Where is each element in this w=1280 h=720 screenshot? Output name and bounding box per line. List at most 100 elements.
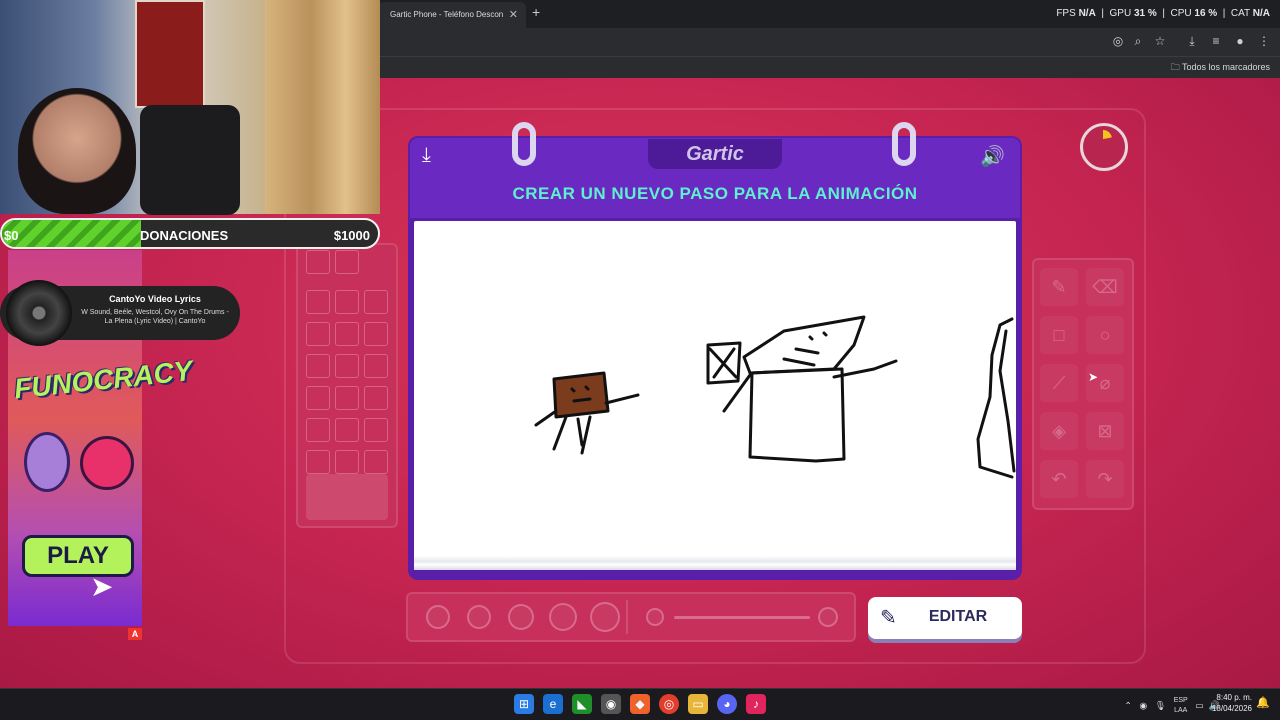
all-bookmarks-link[interactable]: 🗀 Todos los marcadores [1171, 60, 1270, 76]
notifications-icon[interactable]: 🔔 [1256, 696, 1270, 709]
badge: A [128, 628, 142, 640]
file-explorer-icon[interactable]: ▭ [688, 694, 708, 714]
line-tool-icon[interactable]: ⟋ [1040, 364, 1078, 402]
microphone-icon[interactable]: 🎙 [1155, 700, 1166, 710]
album-art [6, 280, 72, 346]
folder-icon: 🗀 [1170, 62, 1180, 72]
undo-icon[interactable]: ↶ [1040, 460, 1078, 498]
fps-label: FPS [1056, 8, 1076, 19]
layer-cell[interactable] [335, 250, 359, 274]
controls-divider [626, 600, 628, 634]
language-indicator[interactable]: ESP LAA [1174, 696, 1188, 716]
box-flag [706, 341, 742, 385]
brush-size-3[interactable] [508, 604, 534, 630]
layer-cell[interactable] [335, 322, 359, 346]
brave-icon[interactable]: ◆ [630, 694, 650, 714]
media-icon[interactable]: ≡ [1208, 33, 1224, 49]
start-icon[interactable]: ⊞ [514, 694, 534, 714]
promo-play-button: PLAY [22, 535, 134, 577]
clear-layer-icon[interactable]: ⊠ [1086, 412, 1124, 450]
layer-cell[interactable] [364, 322, 388, 346]
browser-tab[interactable]: Gartic Phone - Teléfono Descon ✕ [378, 2, 526, 28]
layer-preview[interactable] [306, 474, 388, 520]
cat-label: CAT [1230, 8, 1250, 19]
opacity-min-icon [646, 608, 664, 626]
layer-cell[interactable] [306, 386, 330, 410]
download-icon[interactable]: ⤓ [1184, 33, 1200, 49]
streamer [18, 88, 136, 214]
layer-cell[interactable] [364, 290, 388, 314]
edit-pencil-icon: ✎ [880, 607, 897, 629]
tray-app-icon[interactable]: ◉ [1139, 700, 1147, 710]
donation-min: $0 [4, 228, 19, 243]
donation-progress [2, 220, 141, 247]
binder-ring-right [892, 122, 916, 166]
layer-cell[interactable] [306, 354, 330, 378]
star-icon[interactable]: ☆ [1152, 33, 1168, 49]
profile-avatar-icon[interactable]: ● [1232, 33, 1248, 49]
edge-icon[interactable]: e [543, 694, 563, 714]
layer-cell[interactable] [335, 386, 359, 410]
fill-tool-icon[interactable]: ◈ [1040, 412, 1078, 450]
layer-cell[interactable] [364, 386, 388, 410]
network-icon[interactable]: ▭ [1195, 700, 1204, 710]
character-arm-left [534, 409, 558, 427]
layout-code: LAA [1174, 707, 1188, 714]
eraser-tool-icon[interactable]: ⌫ [1086, 268, 1124, 306]
layer-cell[interactable] [335, 418, 359, 442]
layer-cell[interactable] [306, 290, 330, 314]
layer-cell[interactable] [335, 450, 359, 474]
box-body [748, 367, 846, 463]
opacity-slider[interactable] [674, 616, 810, 619]
layer-cell[interactable] [335, 354, 359, 378]
opacity-slider-handle[interactable] [818, 607, 838, 627]
pencil-tool-icon[interactable]: ✎ [1040, 268, 1078, 306]
obs-icon[interactable]: ◉ [601, 694, 621, 714]
tray-chevron-icon[interactable]: ⌃ [1124, 700, 1132, 710]
eye-off-icon[interactable]: ◎ [1110, 33, 1126, 49]
layer-cell[interactable] [306, 418, 330, 442]
volume-icon[interactable]: 🔊 [980, 144, 1005, 169]
layer-cell[interactable] [364, 450, 388, 474]
chrome-icon[interactable]: ◎ [659, 694, 679, 714]
brush-size-1[interactable] [426, 605, 450, 629]
rectangle-tool-icon[interactable]: □ [1040, 316, 1078, 354]
download-icon[interactable]: ⤓ [422, 144, 431, 167]
drawing-canvas[interactable] [414, 221, 1016, 567]
layer-cell[interactable] [306, 250, 330, 274]
nvidia-icon[interactable]: ◣ [572, 694, 592, 714]
brush-size-5[interactable] [590, 602, 620, 632]
tab-close-icon[interactable]: ✕ [509, 8, 518, 21]
brush-size-4[interactable] [549, 603, 577, 631]
gpu-value: 31 % [1133, 8, 1157, 19]
promo-cursor-icon: ➤ [90, 571, 114, 602]
brush-size-2[interactable] [467, 605, 491, 629]
discord-icon[interactable]: ◕ [717, 694, 737, 714]
layer-cell[interactable] [364, 354, 388, 378]
layer-cell[interactable] [306, 450, 330, 474]
menu-icon[interactable]: ⋮ [1256, 33, 1272, 49]
layer-cell[interactable] [306, 322, 330, 346]
tiktok-icon[interactable]: ♪ [746, 694, 766, 714]
cpu-label: CPU [1170, 8, 1192, 19]
address-bar[interactable] [385, 31, 1135, 53]
mouse-cursor-icon: ➤ [1088, 370, 1099, 384]
zoom-icon[interactable]: ⌕ [1130, 33, 1146, 49]
tab-title: Gartic Phone - Teléfono Descon [390, 10, 504, 19]
performance-overlay: FPS N/A | GPU 31 % | CPU 16 % | CAT N/A [1056, 8, 1270, 19]
cat-value: N/A [1252, 8, 1270, 19]
ellipse-tool-icon[interactable]: ○ [1086, 316, 1124, 354]
layer-cell[interactable] [335, 290, 359, 314]
clock[interactable]: 8:40 p. m. 18/04/2026 [1212, 692, 1252, 714]
layer-cell[interactable] [364, 418, 388, 442]
drawing-svg [534, 315, 1016, 479]
new-tab-button[interactable]: + [532, 4, 540, 20]
now-playing-subtitle: W Sound, Beéle, Westcol, Ovy On The Drum… [81, 309, 229, 325]
box-head [742, 315, 866, 375]
clock-time: 8:40 p. m. [1216, 693, 1252, 702]
donation-max: $1000 [333, 228, 370, 243]
redo-icon[interactable]: ↷ [1086, 460, 1124, 498]
system-tray[interactable]: ⌃ ◉ 🎙 ESP LAA ▭ 🔊 [1124, 696, 1220, 716]
box-face [782, 331, 828, 367]
character-arm-right [604, 393, 640, 405]
